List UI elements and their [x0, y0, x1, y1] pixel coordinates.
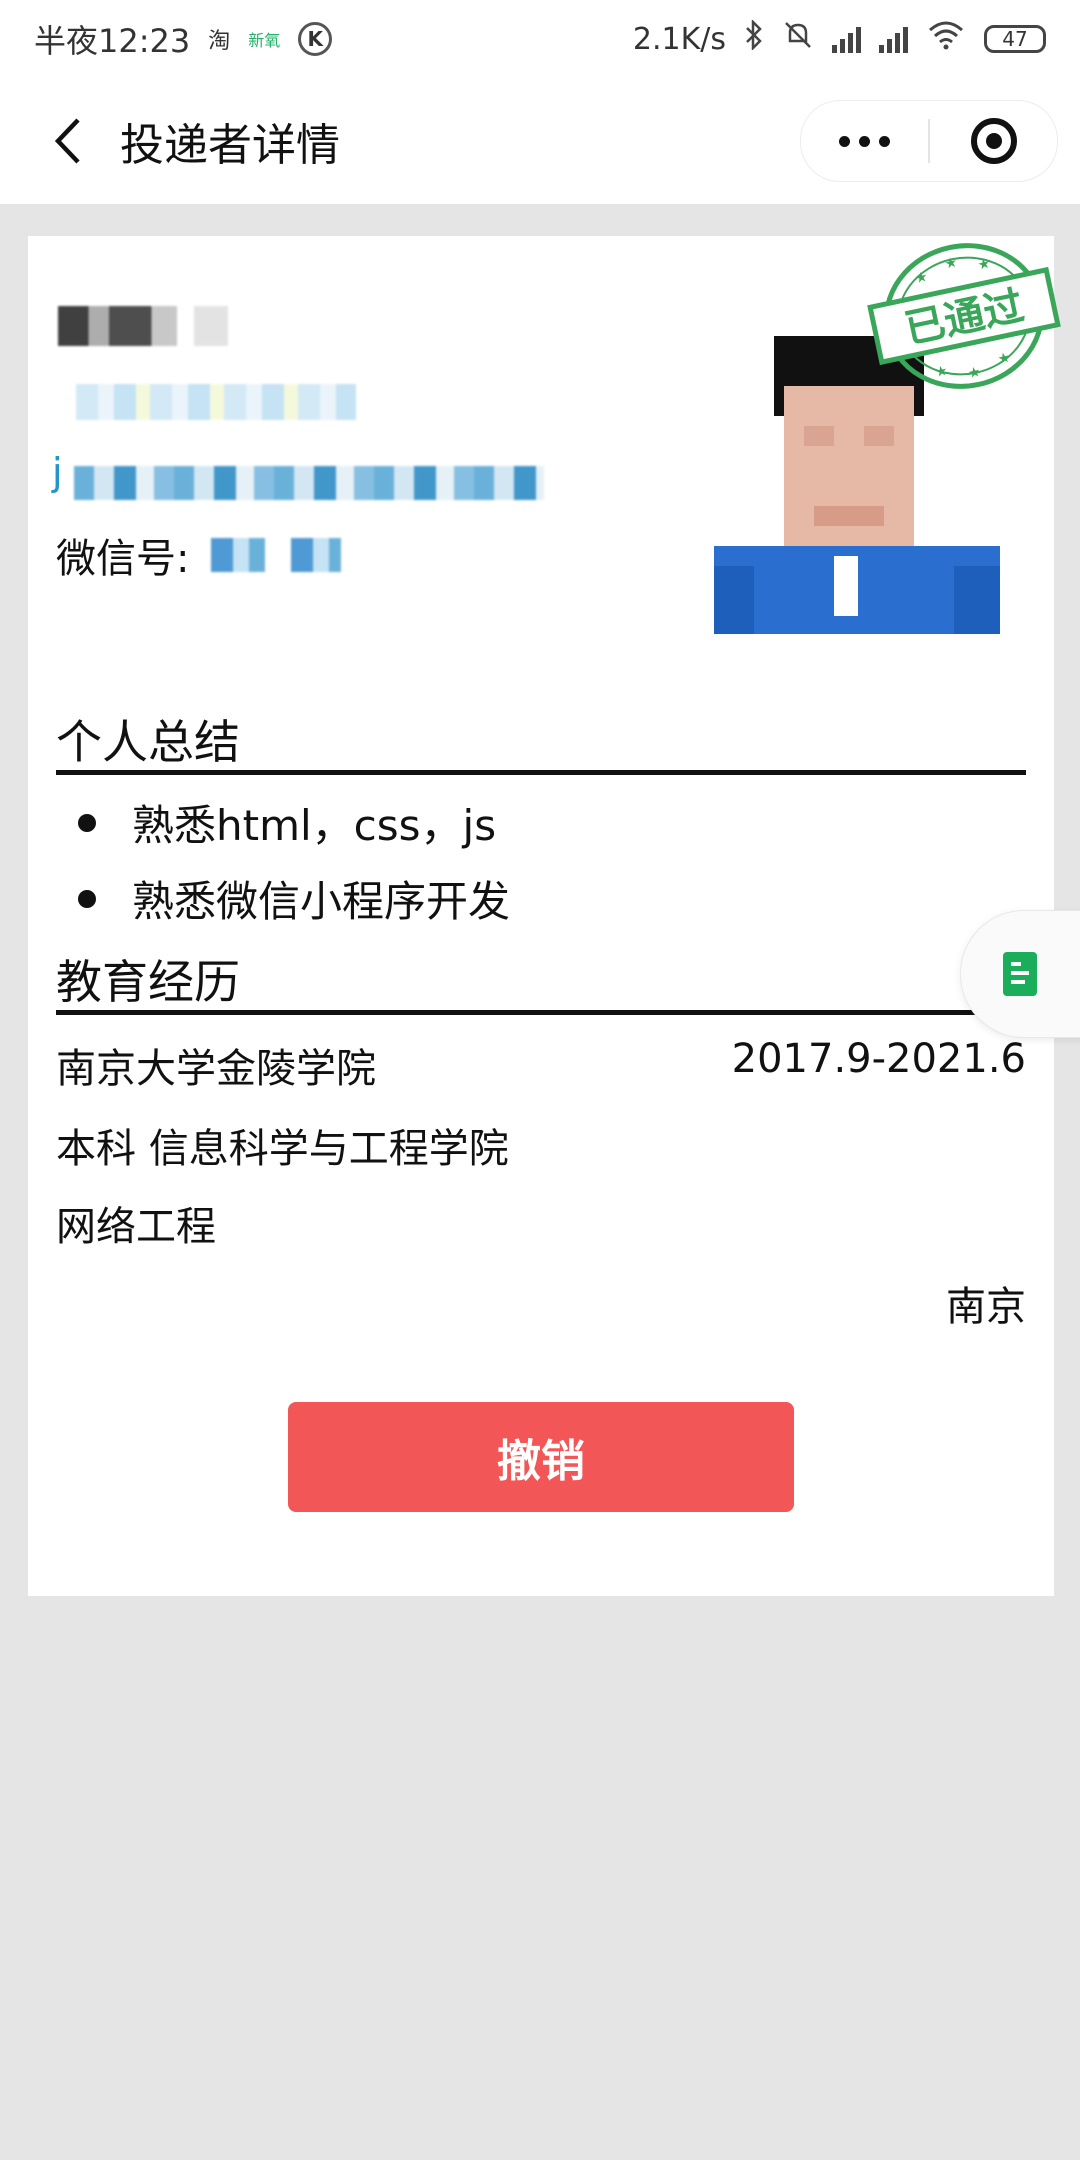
- svg-text:★: ★: [976, 256, 992, 274]
- education-major: 网络工程: [56, 1204, 216, 1250]
- battery-indicator: 47: [984, 25, 1046, 53]
- summary-item: 熟悉微信小程序开发: [78, 868, 510, 929]
- applicant-name-redacted: [58, 306, 228, 346]
- wifi-icon: [926, 20, 966, 58]
- svg-text:★: ★: [943, 254, 959, 272]
- wechat-label: 微信号:: [56, 536, 190, 582]
- approved-stamp: 已通过 ★ ★ ★ ★ ★ ★: [867, 243, 1061, 389]
- signal-icon-1: [832, 25, 861, 53]
- svg-text:★: ★: [914, 269, 930, 287]
- status-bar-right: 2.1K/s 47: [632, 18, 1046, 59]
- status-bar-left: 半夜12:23 淘 新氧 K: [34, 16, 333, 62]
- applicant-email-initial: j: [52, 450, 63, 494]
- status-bar: 半夜12:23 淘 新氧 K 2.1K/s 47: [0, 0, 1080, 78]
- mute-bell-icon: [782, 19, 814, 59]
- wechat-id-redacted: [201, 538, 342, 572]
- close-mini-program-button[interactable]: [930, 101, 1057, 181]
- svg-text:★: ★: [996, 349, 1012, 367]
- bullet-icon: [78, 889, 96, 908]
- education-title: 教育经历: [56, 955, 240, 1009]
- nav-bar: 投递者详情: [0, 78, 1080, 204]
- summary-title: 个人总结: [56, 715, 240, 769]
- summary-divider: [56, 770, 1026, 775]
- applicant-email-redacted: [74, 466, 544, 500]
- education-city: 南京: [946, 1284, 1026, 1330]
- back-button[interactable]: [38, 111, 98, 171]
- education-school: 南京大学金陵学院: [56, 1046, 376, 1092]
- target-circle-icon: [970, 118, 1017, 164]
- mini-program-capsule: [800, 100, 1058, 182]
- summary-item-text: 熟悉html，css，js: [132, 801, 497, 850]
- network-speed: 2.1K/s: [632, 21, 726, 57]
- more-button[interactable]: [801, 101, 928, 181]
- revoke-button[interactable]: 撤销: [288, 1402, 794, 1512]
- k-app-icon: K: [298, 22, 333, 56]
- applicant-card: j 微信号: 已通过 ★ ★ ★ ★ ★ ★ 个人总结 熟悉html，css，j…: [28, 236, 1061, 1596]
- svg-text:★: ★: [967, 364, 983, 382]
- status-time: 半夜12:23: [34, 22, 191, 60]
- more-dots-icon: [839, 135, 890, 147]
- floating-document-button[interactable]: [960, 910, 1080, 1038]
- app-badge-icon: 新氧: [248, 31, 281, 50]
- education-period: 2017.9-2021.6: [731, 1036, 1026, 1082]
- summary-item: 熟悉html，css，js: [78, 792, 496, 853]
- document-icon: [1003, 952, 1037, 996]
- education-degree: 本科 信息科学与工程学院: [56, 1126, 509, 1172]
- page-title: 投递者详情: [120, 120, 340, 171]
- wechat-row: 微信号:: [56, 526, 342, 584]
- applicant-phone-redacted: [76, 384, 356, 420]
- svg-text:★: ★: [934, 363, 950, 381]
- signal-icon-2: [879, 25, 908, 53]
- taobao-icon: 淘: [208, 29, 231, 54]
- bullet-icon: [78, 813, 96, 832]
- summary-item-text: 熟悉微信小程序开发: [132, 877, 511, 926]
- chevron-left-icon: [54, 118, 80, 164]
- bluetooth-icon: [744, 18, 764, 58]
- education-divider: [56, 1010, 1026, 1015]
